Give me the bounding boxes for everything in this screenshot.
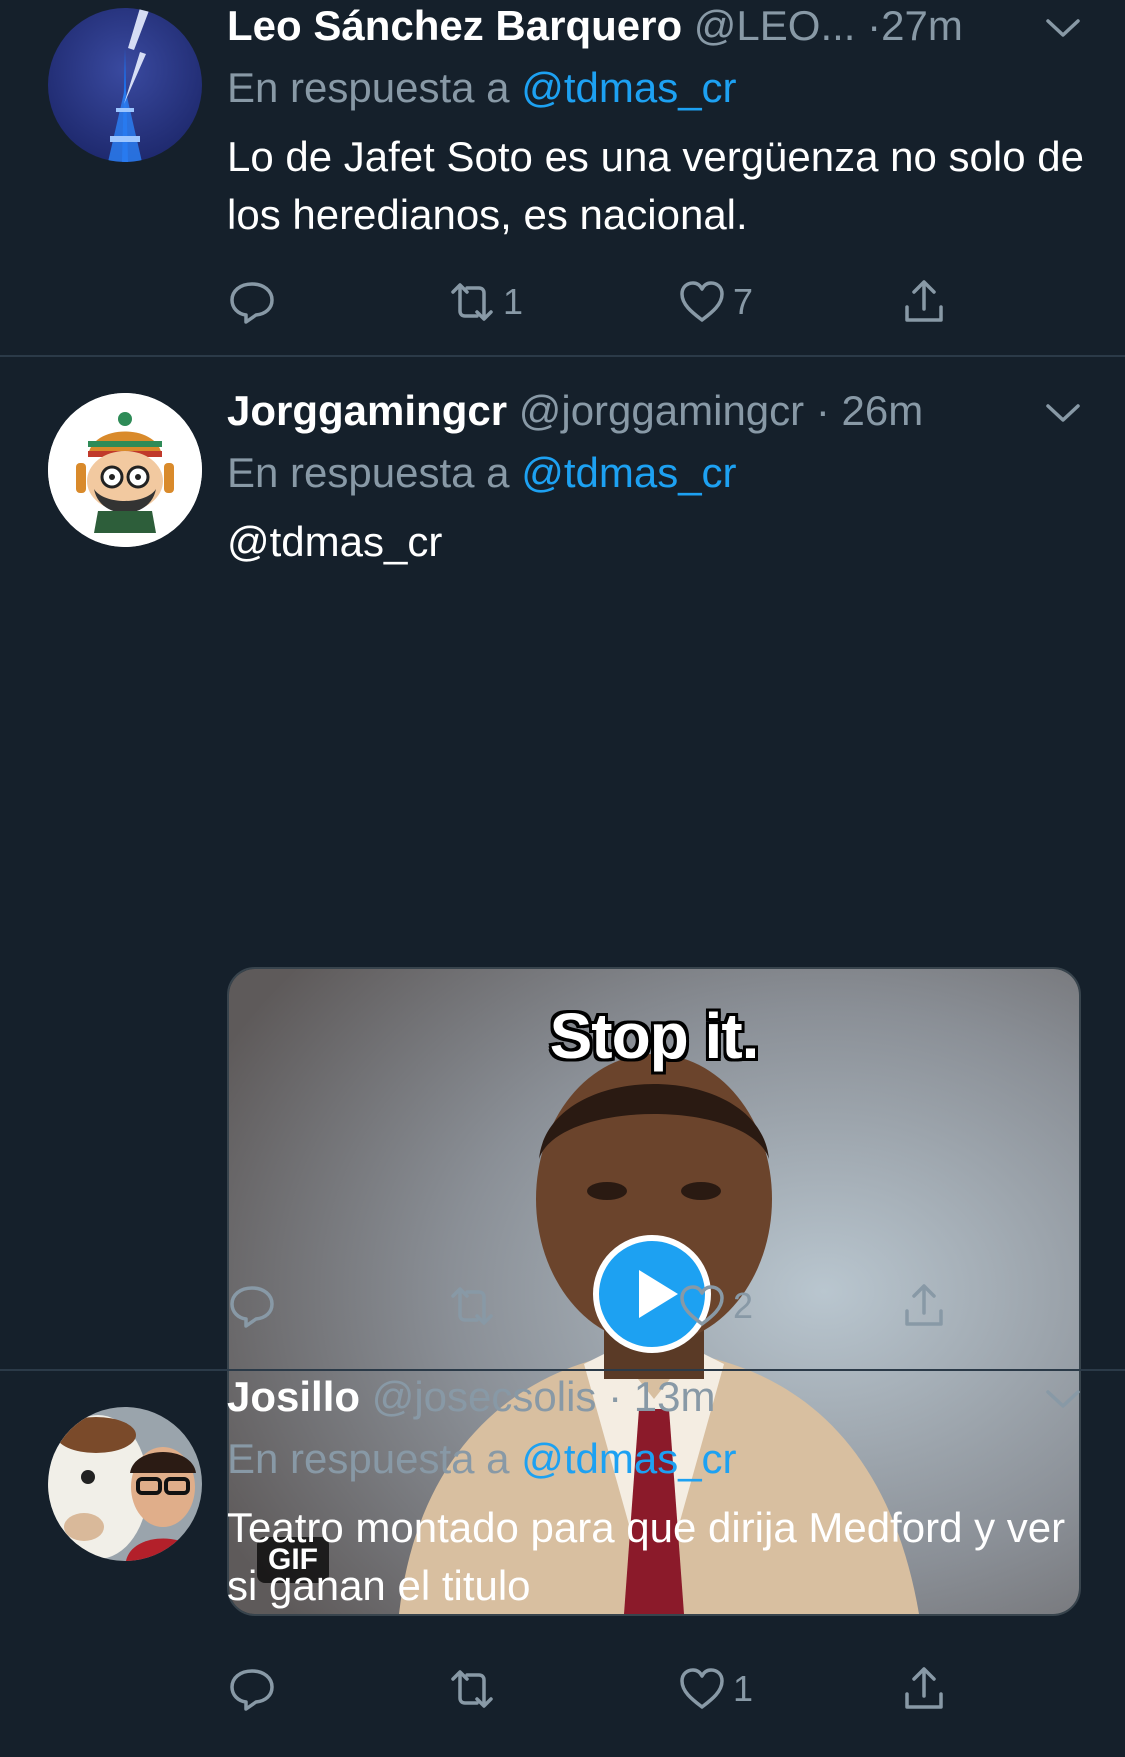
retweet-button[interactable] bbox=[447, 1278, 503, 1334]
reply-icon bbox=[227, 1664, 277, 1714]
share-button[interactable] bbox=[899, 1661, 949, 1717]
separator-dot: · bbox=[867, 2, 882, 49]
reply-icon bbox=[227, 1281, 277, 1331]
timestamp[interactable]: 27m bbox=[881, 2, 963, 49]
cartoon-character-avatar[interactable] bbox=[48, 393, 202, 547]
separator-dot: · bbox=[815, 387, 830, 434]
display-name[interactable]: Josillo bbox=[227, 1373, 360, 1420]
tweet-actions: 2 bbox=[227, 1278, 987, 1334]
chevron-down-icon[interactable] bbox=[1044, 1387, 1082, 1411]
chevron-down-icon[interactable] bbox=[1044, 16, 1082, 40]
like-count: 1 bbox=[733, 1668, 754, 1709]
tweet-text[interactable]: @tdmas_cr bbox=[227, 513, 1087, 571]
retweet-button[interactable]: 1 bbox=[447, 274, 523, 330]
reply-button[interactable] bbox=[227, 1278, 283, 1334]
user-handle[interactable]: @LEO... bbox=[694, 2, 856, 49]
reply-mention-link[interactable]: @tdmas_cr bbox=[521, 64, 736, 111]
retweet-icon bbox=[447, 1281, 497, 1331]
display-name[interactable]: Leo Sánchez Barquero bbox=[227, 2, 682, 49]
tweet-header: Jorggamingcr @jorggamingcr · 26m bbox=[227, 383, 923, 439]
separator-dot: · bbox=[608, 1373, 623, 1420]
reply-mention-link[interactable]: @tdmas_cr bbox=[521, 449, 736, 496]
timestamp[interactable]: 26m bbox=[842, 387, 924, 434]
share-button[interactable] bbox=[899, 274, 949, 330]
tweet-actions: 1 7 bbox=[227, 274, 987, 330]
retweet-icon bbox=[447, 277, 497, 327]
reply-context: En respuesta a @tdmas_cr bbox=[227, 1431, 737, 1487]
heart-icon bbox=[677, 1281, 727, 1331]
timeline-feed: Leo Sánchez Barquero @LEO... ·27m En res… bbox=[0, 0, 1125, 1757]
reply-context: En respuesta a @tdmas_cr bbox=[227, 445, 737, 501]
timestamp[interactable]: 13m bbox=[634, 1373, 716, 1420]
reply-icon bbox=[227, 277, 277, 327]
heart-icon bbox=[677, 277, 727, 327]
retweet-count: 1 bbox=[503, 281, 524, 322]
tweet-actions: 1 bbox=[227, 1661, 987, 1717]
selfie-avatar[interactable] bbox=[48, 1407, 202, 1561]
tweet[interactable]: Josillo @josecsolis · 13m En respuesta a… bbox=[0, 1371, 1125, 1757]
heart-icon bbox=[677, 1664, 727, 1714]
like-button[interactable]: 7 bbox=[677, 274, 753, 330]
reply-prefix: En respuesta a bbox=[227, 1435, 510, 1482]
like-button[interactable]: 1 bbox=[677, 1661, 753, 1717]
user-handle[interactable]: @jorggamingcr bbox=[519, 387, 804, 434]
reply-prefix: En respuesta a bbox=[227, 64, 510, 111]
like-count: 7 bbox=[733, 281, 754, 322]
retweet-button[interactable] bbox=[447, 1661, 503, 1717]
gif-caption: Stop it. bbox=[549, 1000, 760, 1072]
user-handle[interactable]: @josecsolis bbox=[372, 1373, 597, 1420]
share-icon bbox=[899, 277, 949, 327]
share-button[interactable] bbox=[899, 1278, 949, 1334]
like-button[interactable]: 2 bbox=[677, 1278, 753, 1334]
display-name[interactable]: Jorggamingcr bbox=[227, 387, 507, 434]
share-icon bbox=[899, 1281, 949, 1331]
tweet-text: Lo de Jafet Soto es una vergüenza no sol… bbox=[227, 133, 1084, 238]
reply-context: En respuesta a @tdmas_cr bbox=[227, 60, 737, 116]
tweet[interactable]: Jorggamingcr @jorggamingcr · 26m En resp… bbox=[0, 357, 1125, 1616]
reply-button[interactable] bbox=[227, 274, 283, 330]
tweet-header: Leo Sánchez Barquero @LEO... ·27m bbox=[227, 0, 963, 54]
tweet-header: Josillo @josecsolis · 13m bbox=[227, 1369, 715, 1425]
share-icon bbox=[899, 1664, 949, 1714]
retweet-icon bbox=[447, 1664, 497, 1714]
chevron-down-icon[interactable] bbox=[1044, 401, 1082, 425]
tweet[interactable]: Leo Sánchez Barquero @LEO... ·27m En res… bbox=[0, 0, 1125, 356]
eiffel-tower-lightning-avatar[interactable] bbox=[48, 8, 202, 162]
reply-prefix: En respuesta a bbox=[227, 449, 510, 496]
reply-mention-link[interactable]: @tdmas_cr bbox=[521, 1435, 736, 1482]
like-count: 2 bbox=[733, 1285, 754, 1326]
tweet-text: Teatro montado para que dirija Medford y… bbox=[227, 1504, 1066, 1609]
reply-button[interactable] bbox=[227, 1661, 283, 1717]
